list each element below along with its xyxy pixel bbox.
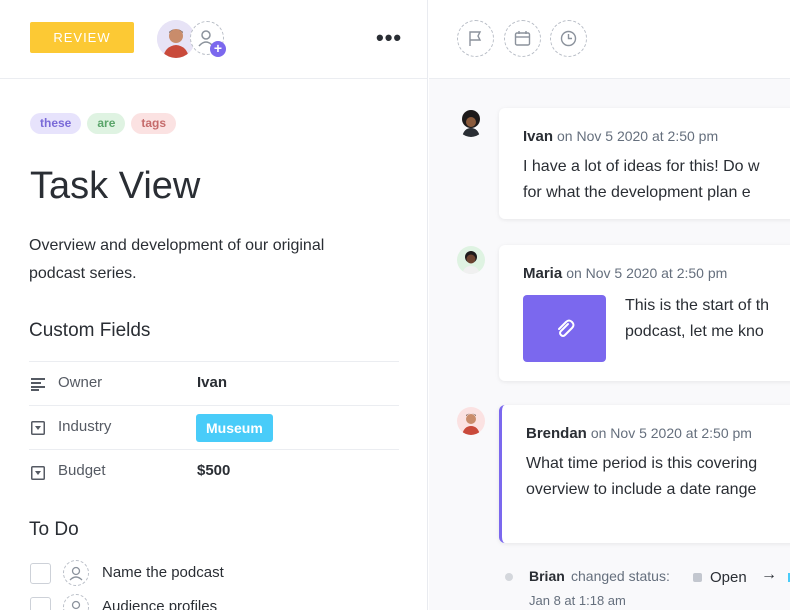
dropdown-field-icon xyxy=(31,466,45,480)
todo-heading: To Do xyxy=(29,519,79,540)
comment-timestamp: on Nov 5 2020 at 2:50 pm xyxy=(590,425,752,441)
comment-line: I have a lot of ideas for this! Do w xyxy=(523,158,760,175)
field-row-industry[interactable]: Industry Museum xyxy=(29,405,399,449)
comment-card[interactable]: Ivan on Nov 5 2020 at 2:50 pm I have a lo… xyxy=(499,108,790,219)
field-row-owner[interactable]: Owner Ivan xyxy=(29,361,399,405)
industry-badge[interactable]: Museum xyxy=(196,414,273,442)
comment-body: What time period is this covering overvie… xyxy=(526,451,790,503)
clock-icon[interactable] xyxy=(550,20,587,57)
tag[interactable]: tags xyxy=(131,113,177,134)
comment-line: podcast, let me kno xyxy=(625,323,764,340)
flag-icon[interactable] xyxy=(457,20,494,57)
arrow-right-icon: → xyxy=(761,566,777,583)
text-lines-icon xyxy=(31,378,45,391)
comment-body: I have a lot of ideas for this! Do w for … xyxy=(523,154,790,206)
tag[interactable]: are xyxy=(87,113,126,134)
todo-item[interactable]: Name the podcast xyxy=(30,559,400,587)
field-value[interactable]: $500 xyxy=(197,462,230,479)
activity-timestamp: Jan 8 at 1:18 am xyxy=(529,593,626,608)
field-row-budget[interactable]: Budget $500 xyxy=(29,449,399,493)
author-name: Brendan xyxy=(526,425,587,442)
comment-author: Ivan on Nov 5 2020 at 2:50 pm xyxy=(523,128,718,145)
author-name: Maria xyxy=(523,265,563,282)
todo-item[interactable]: Audience profiles xyxy=(30,593,400,610)
task-header: REVIEW + ••• xyxy=(0,0,427,79)
todo-checkbox[interactable] xyxy=(30,563,51,584)
attachment-thumbnail[interactable] xyxy=(523,295,606,362)
comment-author: Maria on Nov 5 2020 at 2:50 pm xyxy=(523,265,727,282)
author-name: Ivan xyxy=(523,128,554,145)
activity-user: Brian xyxy=(529,568,565,584)
custom-fields-heading: Custom Fields xyxy=(29,320,151,341)
field-name: Owner xyxy=(58,374,103,391)
comment-line: What time period is this covering xyxy=(526,455,758,472)
activity-toolbar xyxy=(429,0,790,79)
todo-label: Name the podcast xyxy=(102,564,224,581)
more-options-icon[interactable]: ••• xyxy=(376,27,402,49)
status-color-square xyxy=(693,573,702,582)
comment-timestamp: on Nov 5 2020 at 2:50 pm xyxy=(557,128,719,144)
assign-user-icon[interactable] xyxy=(63,594,89,610)
status-button[interactable]: REVIEW xyxy=(30,22,134,53)
comment-card[interactable]: Maria on Nov 5 2020 at 2:50 pm This is th… xyxy=(499,245,790,381)
comment-line: overview to include a date range xyxy=(526,481,757,498)
activity-text: changed status: xyxy=(571,568,670,584)
add-assignee-button[interactable]: + xyxy=(190,21,226,57)
comment-line: for what the development plan e xyxy=(523,184,751,201)
todo-label: Audience profiles xyxy=(102,598,218,610)
comment-line: This is the start of th xyxy=(625,297,770,314)
paperclip-icon xyxy=(558,319,575,337)
activity-dot xyxy=(505,573,513,581)
comment-body: This is the start of th podcast, let me k… xyxy=(625,293,790,345)
todo-checkbox[interactable] xyxy=(30,597,51,610)
field-name: Industry xyxy=(58,418,112,435)
task-description[interactable]: Overview and development of our original… xyxy=(29,232,339,288)
dropdown-field-icon xyxy=(31,421,45,435)
plus-icon: + xyxy=(210,41,226,57)
tag[interactable]: these xyxy=(30,113,82,134)
activity-panel: Ivan on Nov 5 2020 at 2:50 pm I have a lo… xyxy=(429,0,790,610)
task-title[interactable]: Task View xyxy=(30,165,200,208)
avatar xyxy=(457,109,485,137)
comment-card-active[interactable]: Brendan on Nov 5 2020 at 2:50 pm What tim… xyxy=(499,405,790,543)
avatar xyxy=(457,407,485,435)
avatar xyxy=(457,246,485,274)
comment-timestamp: on Nov 5 2020 at 2:50 pm xyxy=(566,265,728,281)
comment-author: Brendan on Nov 5 2020 at 2:50 pm xyxy=(526,425,752,442)
tag-list: these are tags xyxy=(30,113,177,134)
calendar-icon[interactable] xyxy=(504,20,541,57)
task-panel: REVIEW + ••• these are tags Task View Ov… xyxy=(0,0,428,610)
field-name: Budget xyxy=(58,462,106,479)
old-status: Open xyxy=(710,569,747,586)
assign-user-icon[interactable] xyxy=(63,560,89,586)
field-value[interactable]: Ivan xyxy=(197,374,227,391)
